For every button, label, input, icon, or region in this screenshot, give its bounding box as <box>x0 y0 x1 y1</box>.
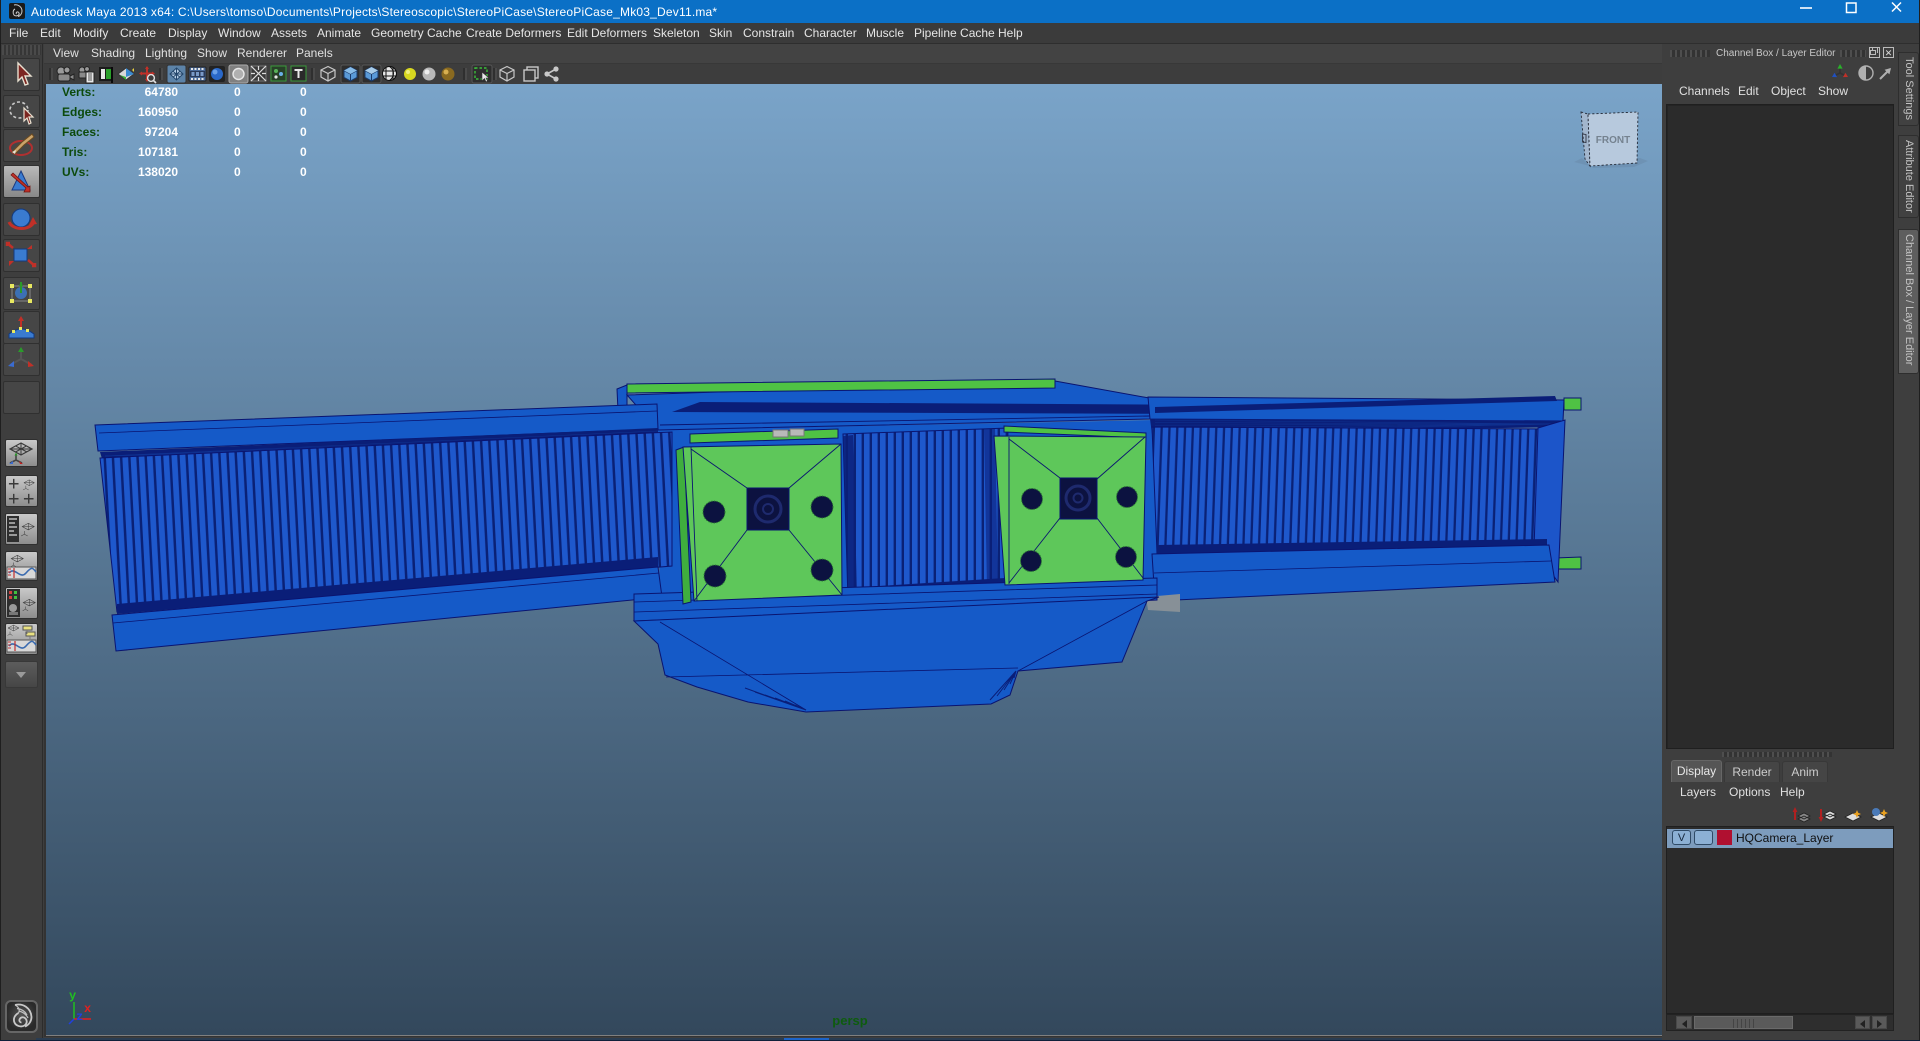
svg-text:z: z <box>76 1010 83 1024</box>
svg-text:y: y <box>69 989 76 1003</box>
svg-text:FRONT: FRONT <box>1596 135 1630 146</box>
svg-text:x: x <box>84 1002 91 1016</box>
